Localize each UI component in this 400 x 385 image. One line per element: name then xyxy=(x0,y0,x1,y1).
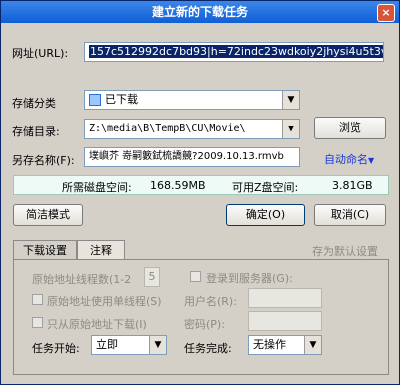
directory-value: Z:\media\B\TempB\CU\Movie\ xyxy=(89,123,246,134)
checkbox-icon xyxy=(89,94,101,106)
chevron-down-icon: ▼ xyxy=(282,91,299,109)
url-label: 网址(URL): xyxy=(12,47,69,60)
save-as-value: 墣嶼芥 嵜嗣籔鉽梳譑竸?2009.10.13.rmvb xyxy=(89,151,284,162)
simple-mode-button[interactable]: 简洁模式 xyxy=(13,204,83,226)
username-label: 用户名(R): xyxy=(184,295,237,308)
category-label: 存储分类 xyxy=(12,97,56,110)
task-start-label: 任务开始: xyxy=(32,342,80,355)
chevron-down-icon: ▼ xyxy=(368,156,375,165)
chevron-down-icon: ▼ xyxy=(149,336,166,354)
login-checkbox[interactable] xyxy=(190,271,201,282)
browse-button[interactable]: 浏览 xyxy=(314,117,386,139)
save-default-button[interactable]: 存为默认设置 xyxy=(312,243,378,259)
free-space-value: 3.81GB xyxy=(332,179,373,192)
free-space-label: 可用Z盘空间: xyxy=(232,181,299,194)
save-as-input[interactable]: 墣嶼芥 嵜嗣籔鉽梳譑竸?2009.10.13.rmvb xyxy=(84,147,300,167)
only-original-checkbox[interactable] xyxy=(32,317,43,328)
single-thread-checkbox[interactable] xyxy=(32,294,43,305)
single-thread-label: 原始地址使用单线程(S) xyxy=(47,295,162,308)
title-bar: 建立新的下载任务 × xyxy=(1,1,399,23)
required-space-label: 所需磁盘空间: xyxy=(62,181,132,194)
category-select[interactable]: 已下载 ▼ xyxy=(84,90,300,110)
download-settings-panel: 原始地址线程数(1-2 5 登录到服务器(G): 原始地址使用单线程(S) 用户… xyxy=(13,259,389,375)
task-start-select[interactable]: 立即 ▼ xyxy=(91,335,167,355)
ok-button[interactable]: 确定(O) xyxy=(226,204,305,226)
chevron-down-icon: ▼ xyxy=(304,336,321,354)
url-value: 157c512992dc7bd93|h=72indc23wdkoiy2jhysi… xyxy=(89,45,383,58)
task-done-value: 无操作 xyxy=(253,338,286,351)
url-input[interactable]: 157c512992dc7bd93|h=72indc23wdkoiy2jhysi… xyxy=(84,42,384,62)
only-original-label: 只从原始地址下载(I) xyxy=(47,318,147,331)
tab-download-settings[interactable]: 下载设置 xyxy=(13,240,77,261)
task-start-value: 立即 xyxy=(96,338,118,351)
task-done-label: 任务完成: xyxy=(184,342,232,355)
directory-label: 存储目录: xyxy=(12,125,60,138)
close-icon[interactable]: × xyxy=(377,4,395,22)
threads-label: 原始地址线程数(1-2 xyxy=(32,273,132,286)
password-label: 密码(P): xyxy=(184,318,225,331)
auto-name-label: 自动命名 xyxy=(324,153,368,166)
tab-notes[interactable]: 注释 xyxy=(77,240,125,260)
task-done-select[interactable]: 无操作 ▼ xyxy=(248,335,322,355)
cancel-button[interactable]: 取消(C) xyxy=(314,204,386,226)
download-dialog: 建立新的下载任务 × 网址(URL): 157c512992dc7bd93|h=… xyxy=(0,0,400,385)
window-title: 建立新的下载任务 xyxy=(151,5,248,19)
category-value: 已下载 xyxy=(105,93,138,106)
login-label: 登录到服务器(G): xyxy=(206,272,293,285)
chevron-down-icon: ▼ xyxy=(282,120,299,138)
password-input[interactable] xyxy=(248,311,322,331)
username-input[interactable] xyxy=(248,288,322,308)
threads-stepper[interactable]: 5 xyxy=(144,267,160,287)
directory-select[interactable]: Z:\media\B\TempB\CU\Movie\ ▼ xyxy=(84,119,300,139)
save-as-label: 另存名称(F): xyxy=(12,154,75,167)
disk-space-bar: 所需磁盘空间: 168.59MB 可用Z盘空间: 3.81GB xyxy=(13,175,389,195)
required-space-value: 168.59MB xyxy=(150,179,206,192)
auto-name-link[interactable]: 自动命名▼ xyxy=(324,151,374,167)
